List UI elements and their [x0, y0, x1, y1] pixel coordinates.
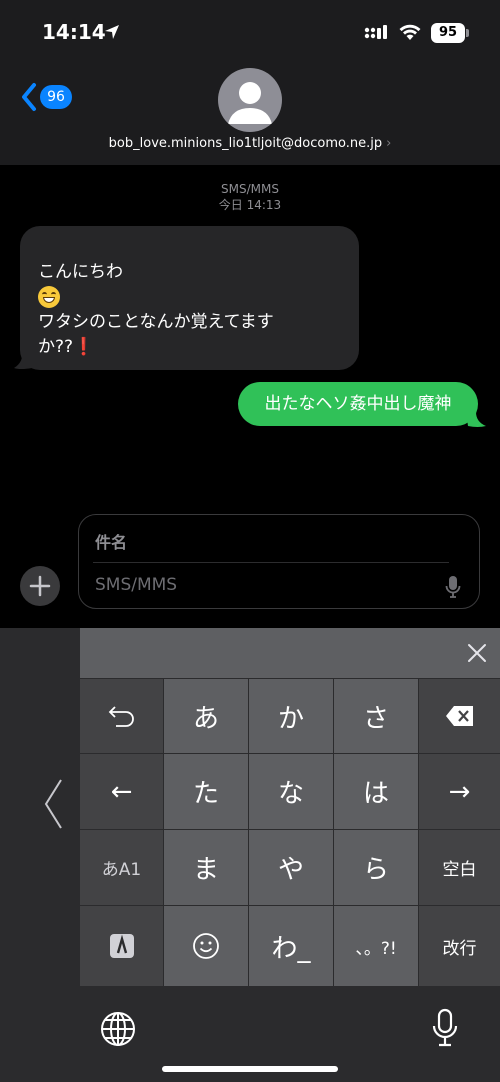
incoming-line-4-text: か??: [38, 337, 74, 357]
key-ka[interactable]: か: [249, 679, 333, 753]
keyboard: あ か さ ← た な は → あA1 ま や ら 空白 わ_ 、。?! 改行: [0, 628, 500, 1082]
outgoing-message-bubble[interactable]: 出たなヘソ姦中出し魔神: [238, 382, 478, 426]
key-ra[interactable]: ら: [334, 830, 418, 905]
battery-indicator: 95: [431, 23, 465, 43]
incoming-line-3: ワタシのことなんか覚えてます: [38, 312, 274, 332]
globe-icon[interactable]: [100, 1011, 136, 1047]
keyboard-left-panel: [0, 628, 80, 986]
avatar[interactable]: [218, 68, 282, 132]
contact-name: bob_love.minions_lio1tljoit@docomo.ne.jp: [108, 136, 383, 151]
close-icon[interactable]: [466, 642, 488, 664]
undo-key[interactable]: [80, 679, 163, 753]
person-icon: [228, 82, 272, 124]
service-label: SMS/MMS: [221, 182, 279, 196]
contact-chevron-icon: ›: [386, 136, 392, 151]
key-ya[interactable]: や: [249, 830, 333, 905]
emoji-key[interactable]: [164, 906, 248, 986]
outgoing-bubble-tail: [466, 412, 486, 427]
incoming-bubble-tail: [14, 350, 32, 369]
battery-tip: [466, 29, 469, 37]
incoming-line-1: こんにちわ: [38, 262, 123, 282]
signal-icon: [364, 25, 387, 39]
mic-icon[interactable]: [432, 1008, 458, 1048]
cursor-right-key[interactable]: →: [419, 754, 500, 829]
key-wa[interactable]: わ_: [249, 906, 333, 986]
key-sa[interactable]: さ: [334, 679, 418, 753]
incoming-line-4: か??❗: [38, 335, 341, 360]
cursor-left-key[interactable]: ←: [80, 754, 163, 829]
incoming-message-bubble[interactable]: こんにちわ ワタシのことなんか覚えてます か??❗: [20, 226, 359, 370]
key-ta[interactable]: た: [164, 754, 248, 829]
subject-field[interactable]: 件名: [95, 529, 127, 553]
message-input[interactable]: SMS/MMS: [95, 575, 177, 595]
exclamation-emoji: ❗: [73, 337, 95, 357]
location-arrow-icon: [105, 25, 119, 39]
navigation-header: 14:14 95 96 bob_love.minions_lio1tljoit@…: [0, 0, 500, 165]
back-chevron-icon[interactable]: [20, 82, 38, 112]
input-mode-key[interactable]: あA1: [80, 830, 163, 905]
compose-box[interactable]: 件名 SMS/MMS: [78, 514, 480, 609]
conversation-meta: SMS/MMS 今日 14:13: [0, 181, 500, 213]
grinning-emoji-icon: [38, 285, 341, 310]
undo-icon: [108, 706, 134, 727]
key-punctuation[interactable]: 、。?!: [334, 906, 418, 986]
home-indicator: [162, 1066, 338, 1072]
key-na[interactable]: な: [249, 754, 333, 829]
wifi-icon: [399, 24, 421, 40]
keyboard-switch-icon: [109, 934, 134, 958]
dictation-mic-icon[interactable]: [445, 575, 461, 599]
emoji-icon: [193, 933, 219, 959]
compose-divider: [93, 562, 449, 563]
plus-icon: [29, 575, 51, 597]
delete-icon: [445, 706, 473, 726]
space-key[interactable]: 空白: [419, 830, 500, 905]
back-unread-badge[interactable]: 96: [40, 85, 72, 109]
candidate-bar: [80, 628, 500, 678]
message-timestamp: 今日 14:13: [218, 198, 282, 212]
delete-key[interactable]: [419, 679, 500, 753]
key-ha[interactable]: は: [334, 754, 418, 829]
add-attachment-button[interactable]: [20, 566, 60, 606]
enter-key[interactable]: 改行: [419, 906, 500, 986]
status-time: 14:14: [42, 20, 106, 44]
keyboard-switch-key[interactable]: [80, 906, 163, 986]
key-ma[interactable]: ま: [164, 830, 248, 905]
keyboard-shift-left-icon[interactable]: [42, 778, 64, 830]
contact-address[interactable]: bob_love.minions_lio1tljoit@docomo.ne.jp…: [0, 136, 500, 151]
key-a[interactable]: あ: [164, 679, 248, 753]
